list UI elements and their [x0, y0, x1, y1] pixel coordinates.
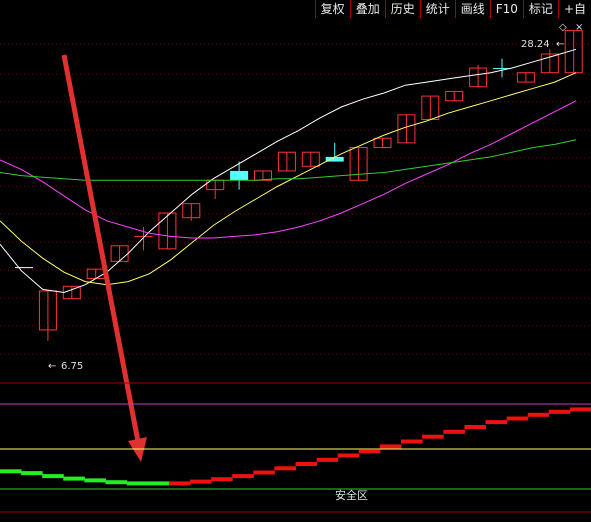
- indicator-bar-22: [464, 425, 486, 429]
- stock-chart[interactable]: 28.24 ← ← 6.75 ◇ × 安全区: [0, 0, 591, 522]
- indicator-bar-16: [337, 453, 360, 458]
- candle-9: [230, 161, 249, 190]
- candle-8: [206, 179, 225, 199]
- indicator-bar-13: [274, 466, 296, 471]
- indicator-bar-23: [485, 420, 508, 425]
- candle-22: [540, 49, 559, 74]
- candle-11: [277, 151, 296, 172]
- toolbar-button-5[interactable]: F10: [489, 0, 523, 18]
- indicator-bar-19: [401, 439, 423, 444]
- price-grid: [0, 43, 591, 355]
- x-icon: ×: [575, 22, 583, 33]
- price-low-label: 6.75: [61, 361, 83, 372]
- toolbar-button-7[interactable]: +自: [557, 0, 591, 18]
- indicator-steps: [0, 407, 591, 486]
- indicator-bar-7: [147, 481, 170, 486]
- candle-7: [182, 203, 201, 221]
- indicator-bar-10: [211, 477, 233, 482]
- price-high-label: 28.24: [521, 39, 550, 50]
- indicator-bar-25: [527, 412, 550, 417]
- indicator-bar-6: [126, 481, 149, 486]
- toolbar: 复权 叠加 历史 统计 画线 F10 标记 +自: [314, 0, 591, 18]
- indicator-bar-24: [506, 416, 529, 421]
- indicator-bar-12: [253, 470, 275, 475]
- indicator-bar-2: [42, 474, 64, 479]
- candle-1: [38, 290, 57, 341]
- candle-13: [325, 142, 344, 162]
- price-high-arrow: ←: [556, 39, 564, 50]
- candle-20: [493, 58, 511, 78]
- candle-14: [349, 147, 368, 181]
- indicator-bar-18: [379, 444, 402, 449]
- indicator-bar-9: [190, 479, 212, 484]
- toolbar-button-0[interactable]: 复权: [314, 0, 350, 18]
- candle-3: [86, 268, 105, 279]
- indicator-bar-27: [569, 407, 591, 412]
- indicator-bar-21: [443, 429, 465, 434]
- indicator-bar-11: [232, 474, 254, 479]
- toolbar-button-3[interactable]: 统计: [419, 0, 455, 18]
- diamond-icon: ◇: [559, 22, 567, 33]
- candle-5: [134, 227, 153, 251]
- toolbar-button-6[interactable]: 标记: [522, 0, 558, 18]
- indicator-bar-14: [295, 462, 318, 466]
- indicator-bar-1: [21, 471, 43, 476]
- indicator-bar-0: [0, 469, 22, 474]
- indicator-bar-26: [548, 409, 571, 414]
- candle-18: [445, 90, 464, 102]
- candle-15: [373, 137, 392, 149]
- candle-12: [301, 151, 320, 167]
- indicator-bar-15: [316, 457, 339, 462]
- indicator-bar-5: [105, 480, 128, 485]
- candle-4: [110, 245, 129, 262]
- candle-21: [516, 72, 535, 83]
- price-low-arrow: ←: [48, 361, 56, 372]
- candle-2: [62, 285, 81, 300]
- candle-17: [421, 95, 440, 120]
- indicator-bar-8: [168, 481, 191, 486]
- indicator-bar-20: [422, 434, 444, 439]
- candle-body-9: [230, 170, 249, 181]
- safe-zone-label: 安全区: [335, 488, 368, 502]
- toolbar-button-1[interactable]: 叠加: [349, 0, 385, 18]
- candle-6: [158, 212, 177, 250]
- toolbar-button-4[interactable]: 画线: [454, 0, 490, 18]
- indicator-bar-4: [84, 478, 106, 483]
- indicator-bar-17: [358, 449, 381, 454]
- indicator-bar-3: [63, 476, 85, 481]
- toolbar-button-2[interactable]: 历史: [384, 0, 420, 18]
